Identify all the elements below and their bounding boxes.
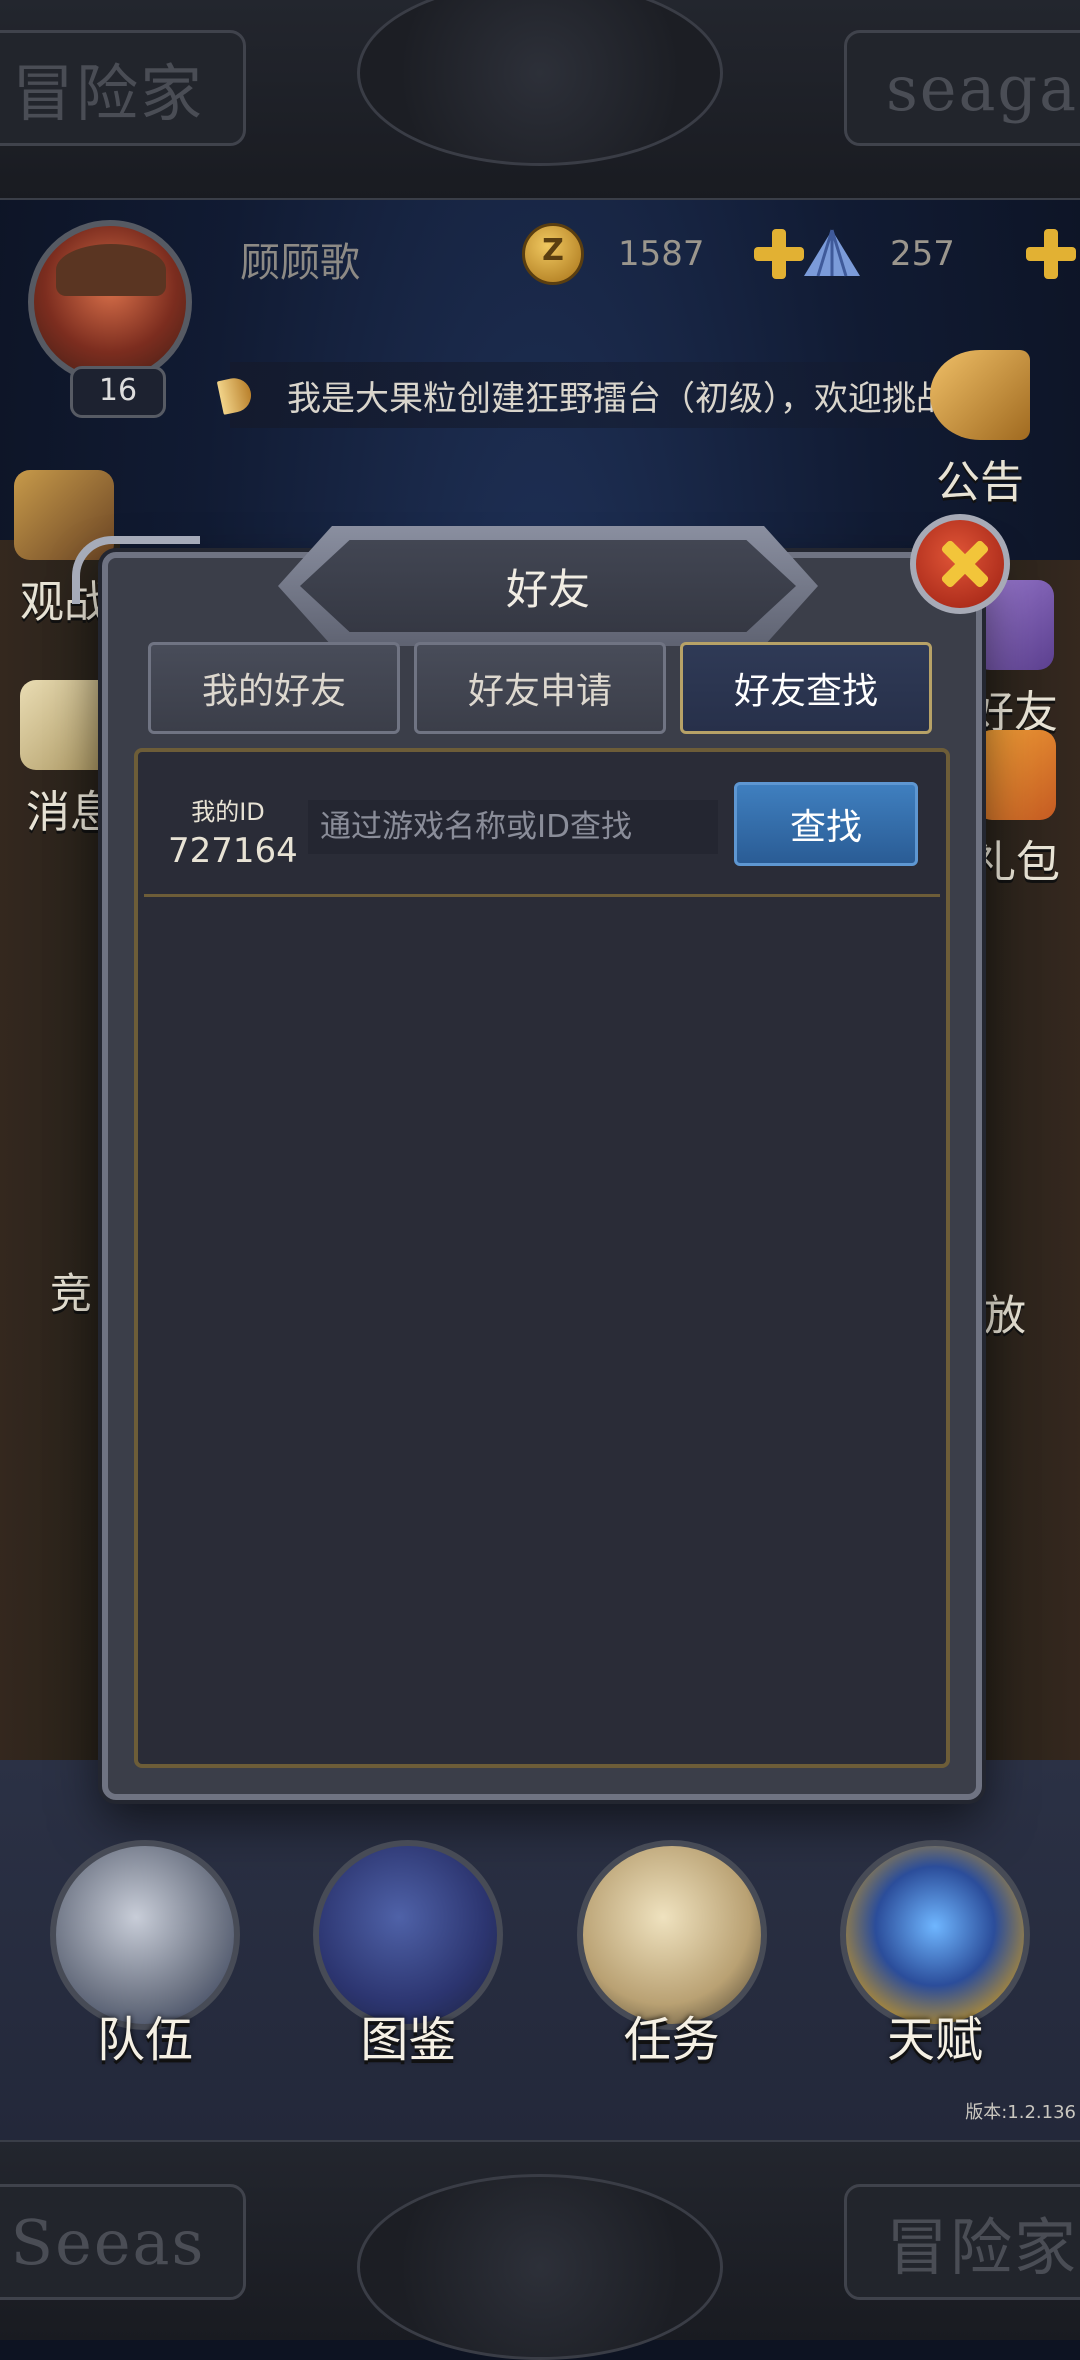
top-frame: 冒险家 seaga xyxy=(0,0,1080,200)
bottom-frame: Seeas 冒险家 xyxy=(0,2140,1080,2360)
side-label-arena: 竞 xyxy=(50,1269,93,1318)
player-avatar[interactable] xyxy=(28,220,192,384)
avatar-hat xyxy=(56,244,166,296)
nav-codex[interactable]: 图鉴 xyxy=(303,1840,513,2068)
nav-talents[interactable]: 天赋 xyxy=(830,1840,1040,2068)
dialog-title: 好友 xyxy=(505,564,590,614)
side-button-release[interactable]: 放 xyxy=(984,1282,1026,1343)
shell-counter: 257 xyxy=(800,222,1080,286)
side-button-gift[interactable]: 礼包 xyxy=(972,730,1060,890)
top-left-plate: 冒险家 xyxy=(0,30,246,146)
side-label-release: 放 xyxy=(984,1291,1027,1340)
coin-counter: Z 1587 xyxy=(522,222,808,286)
shell-icon xyxy=(804,229,860,277)
friends-dialog: 好友 我的好友 好友申请 好友查找 我的ID 727164 查找 xyxy=(72,514,1010,1800)
coin-value: 1587 xyxy=(618,234,705,274)
panel-divider xyxy=(144,894,940,897)
megaphone-icon xyxy=(930,350,1030,440)
search-button[interactable]: 查找 xyxy=(734,782,918,866)
side-label-messages: 消息 xyxy=(26,787,114,838)
version-label: 版本:1.2.136 xyxy=(965,2102,1076,2123)
nav-quests[interactable]: 任务 xyxy=(567,1840,777,2068)
player-name: 顾顾歌 xyxy=(240,240,360,286)
nav-label-quests: 任务 xyxy=(623,2012,720,2068)
my-id-label: 我的ID xyxy=(191,798,265,826)
side-button-announcement[interactable]: 公告 xyxy=(930,350,1030,510)
top-right-plate: seaga xyxy=(844,30,1080,146)
my-id-value: 727164 xyxy=(168,831,298,871)
add-shells-button[interactable] xyxy=(1022,225,1080,283)
bottom-right-plate: 冒险家 xyxy=(844,2184,1080,2300)
shell-value: 257 xyxy=(890,234,955,274)
side-button-arena[interactable]: 竞 xyxy=(50,1260,92,1321)
bottom-left-plate: Seeas xyxy=(0,2184,246,2300)
my-id-box: 我的ID 727164 xyxy=(168,792,298,871)
nav-label-talents: 天赋 xyxy=(886,2012,983,2068)
side-label-announcement: 公告 xyxy=(936,457,1024,508)
nav-team[interactable]: 队伍 xyxy=(40,1840,250,2068)
nav-label-team: 队伍 xyxy=(96,2012,193,2068)
announcement-text: 我是大果粒创建狂野擂台（初级），欢迎挑战 xyxy=(287,378,950,419)
search-panel: 我的ID 727164 查找 xyxy=(134,748,950,1768)
corner-ornament xyxy=(72,536,200,604)
top-emblem xyxy=(357,0,723,166)
tab-my-friends[interactable]: 我的好友 xyxy=(148,642,400,734)
announcement-bar[interactable]: 我是大果粒创建狂野擂台（初级），欢迎挑战 xyxy=(216,362,950,428)
bottom-emblem xyxy=(357,2174,723,2360)
side-label-gift: 礼包 xyxy=(972,837,1060,888)
gift-icon xyxy=(976,730,1056,820)
tab-friend-requests[interactable]: 好友申请 xyxy=(414,642,666,734)
close-dialog-button[interactable] xyxy=(910,514,1010,614)
nav-label-codex: 图鉴 xyxy=(360,2012,457,2068)
player-level-badge: 16 xyxy=(70,366,166,418)
bottom-nav: 队伍 图鉴 任务 天赋 xyxy=(40,1840,1040,2068)
dialog-title-banner: 好友 xyxy=(278,526,818,646)
coin-icon: Z xyxy=(522,223,584,285)
tab-friend-search[interactable]: 好友查找 xyxy=(680,642,932,734)
horn-icon xyxy=(216,375,255,415)
friend-search-input[interactable] xyxy=(308,800,718,854)
dialog-tabs: 我的好友 好友申请 好友查找 xyxy=(148,642,932,734)
